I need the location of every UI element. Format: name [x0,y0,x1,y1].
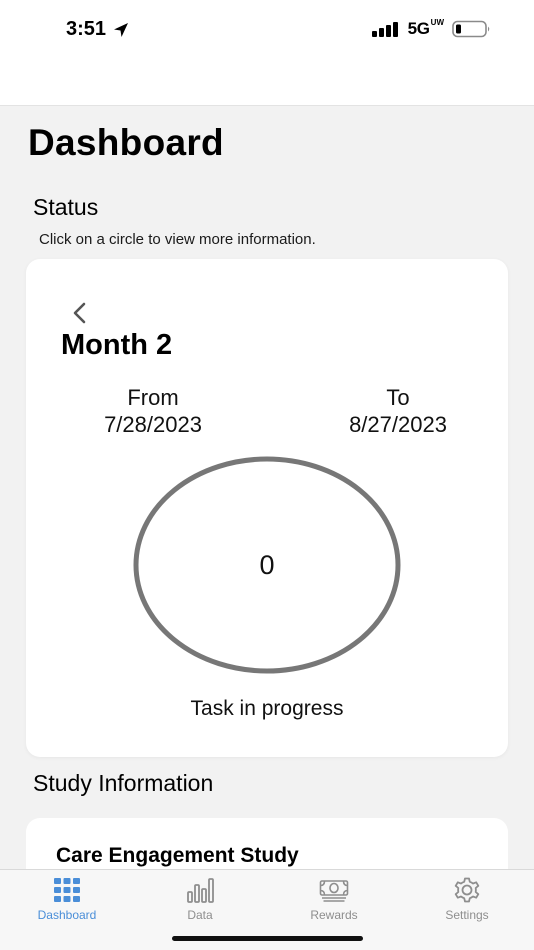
status-indicators: 5GUW [371,19,492,39]
page-title: Dashboard [28,122,224,163]
cellular-signal-icon [371,22,398,37]
to-label: To [386,385,410,410]
tab-dashboard[interactable]: Dashboard [12,876,122,924]
status-hint: Click on a circle to view more informati… [39,231,316,248]
from-label: From [127,385,179,410]
status-heading: Status [33,194,99,220]
previous-month-button[interactable] [66,299,92,327]
status-bar: 3:51 5GUW [0,0,534,106]
from-date: 7/28/2023 [104,412,202,437]
money-icon [319,880,349,902]
from-date-group: From 7/28/2023 [53,384,253,438]
study-title: Care Engagement Study [56,844,299,867]
battery-icon [452,20,490,38]
tab-label-settings: Settings [445,908,489,922]
network-superscript: UW [430,18,444,27]
task-progress-circle[interactable]: 0 [133,456,401,674]
to-date-group: To 8/27/2023 [298,384,498,438]
status-time: 3:51 [66,18,107,40]
tab-label-data: Data [187,908,213,922]
to-date: 8/27/2023 [349,412,447,437]
tab-rewards[interactable]: Rewards [279,876,389,924]
bar-chart-icon [187,878,214,903]
home-indicator[interactable] [172,936,363,941]
network-indicator: 5GUW [408,19,444,39]
grid-icon [54,878,80,902]
tab-label-dashboard: Dashboard [37,908,97,922]
status-time-group: 3:51 [66,18,130,41]
task-count: 0 [259,549,275,580]
status-card: Month 2 From 7/28/2023 To 8/27/2023 0 Ta… [26,259,508,757]
tab-data[interactable]: Data [145,876,255,924]
network-label: 5G [407,19,430,38]
tab-label-rewards: Rewards [310,908,358,922]
study-information-heading: Study Information [33,770,214,796]
tab-settings[interactable]: Settings [412,876,522,924]
location-arrow-icon [114,22,129,37]
gear-icon [454,877,480,903]
month-title: Month 2 [61,329,173,361]
chevron-left-icon [73,302,86,324]
task-status-caption: Task in progress [190,697,344,720]
